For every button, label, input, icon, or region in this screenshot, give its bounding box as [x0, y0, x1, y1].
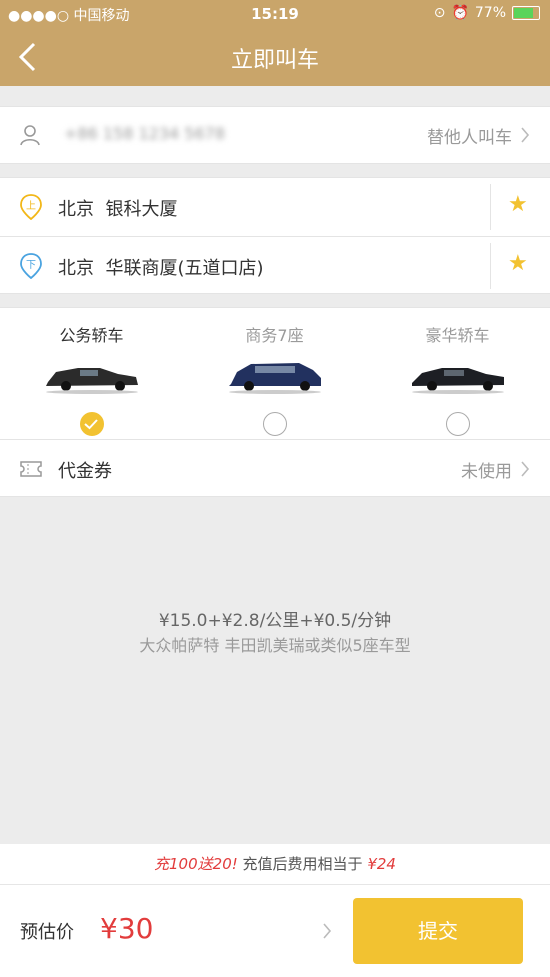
car-option-label: 商务7座 — [245, 326, 304, 345]
passenger-row[interactable]: +86 158 1234 5678 替他人叫车 — [0, 106, 550, 164]
car-option-mpv[interactable]: 商务7座 — [183, 308, 366, 438]
car-option-label: 公务轿车 — [59, 326, 124, 345]
selected-check-radio[interactable] — [79, 412, 104, 436]
pickup-pin-label: 上 — [26, 200, 36, 212]
divider — [490, 184, 491, 230]
submit-button[interactable]: 提交 — [353, 898, 523, 964]
battery-percent: 77% — [474, 5, 506, 21]
promo-highlight: 充100送20! — [154, 855, 238, 873]
sedan-car-icon — [45, 368, 138, 394]
proxy-call-label[interactable]: 替他人叫车 — [427, 123, 512, 148]
chevron-right-icon[interactable] — [322, 923, 332, 939]
user-icon — [20, 125, 40, 146]
dropoff-pin-label: 下 — [26, 260, 36, 271]
page-title: 立即叫车 — [230, 48, 319, 73]
favorite-star-icon[interactable]: ★ — [508, 192, 528, 217]
ticket-icon — [20, 461, 42, 477]
start-city: 北京 — [58, 199, 94, 220]
favorite-star-icon[interactable]: ★ — [508, 251, 528, 276]
start-location-text: 北京 银科大厦 — [58, 195, 177, 221]
dropoff-pin-icon: 下 — [20, 253, 42, 279]
battery-icon — [512, 6, 540, 20]
alarm-icon: ⏰ — [451, 5, 469, 21]
app-header: ●●●●○ 中国移动 15:19 ⊙ ⏰ 77% 立即叫车 — [0, 0, 550, 86]
voucher-row[interactable]: 代金券 未使用 — [0, 439, 550, 497]
luxury-car-icon — [411, 368, 504, 394]
start-place: 银科大厦 — [105, 199, 178, 220]
mpv-car-icon — [228, 363, 321, 394]
check-icon — [84, 418, 98, 429]
car-type-panel: 公务轿车 商务7座 豪华轿车 代金券 未使用 — [0, 307, 550, 497]
divider — [490, 243, 491, 289]
end-city: 北京 — [58, 258, 94, 279]
end-location-text: 北京 华联商厦(五道口店) — [58, 254, 264, 280]
voucher-status: 未使用 — [461, 462, 512, 482]
pricing-models: 大众帕萨特 丰田凯美瑞或类似5座车型 — [139, 636, 411, 655]
chevron-right-icon — [521, 461, 530, 477]
end-location-row[interactable]: 下 北京 华联商厦(五道口店) ★ — [0, 236, 550, 294]
status-right: ⊙ ⏰ 77% — [434, 5, 540, 21]
pricing-rate: ¥15.0+¥2.8/公里+¥0.5/分钟 — [158, 611, 392, 631]
car-option-label: 豪华轿车 — [425, 326, 490, 345]
chevron-right-icon — [521, 127, 530, 143]
passenger-phone: +86 158 1234 5678 — [64, 124, 225, 143]
start-location-row[interactable]: 上 北京 银科大厦 ★ — [0, 178, 550, 236]
promo-bar[interactable]: 充100送20! 充值后费用相当于 ¥24 — [0, 844, 550, 884]
estimate-price: ¥30 — [100, 912, 154, 945]
title-bar: 立即叫车 — [0, 28, 550, 86]
route-panel: 上 北京 银科大厦 ★ 下 北京 华联商厦(五道口店) ★ — [0, 177, 550, 294]
promo-text: 充值后费用相当于 — [242, 855, 363, 873]
status-bar: ●●●●○ 中国移动 15:19 ⊙ ⏰ 77% — [0, 0, 550, 28]
unselected-radio[interactable] — [445, 412, 470, 436]
car-option-luxury[interactable]: 豪华轿车 — [366, 308, 549, 438]
lock-rotation-icon: ⊙ — [433, 5, 446, 21]
unselected-radio[interactable] — [262, 412, 287, 436]
pickup-pin-icon: 上 — [20, 194, 42, 220]
voucher-label: 代金券 — [58, 461, 112, 482]
end-place: 华联商厦(五道口店) — [105, 258, 264, 279]
bottom-bar: 预估价 ¥30 提交 — [0, 884, 550, 977]
promo-price: ¥24 — [367, 855, 396, 873]
estimate-label: 预估价 — [20, 922, 74, 943]
car-option-sedan[interactable]: 公务轿车 — [0, 308, 183, 438]
